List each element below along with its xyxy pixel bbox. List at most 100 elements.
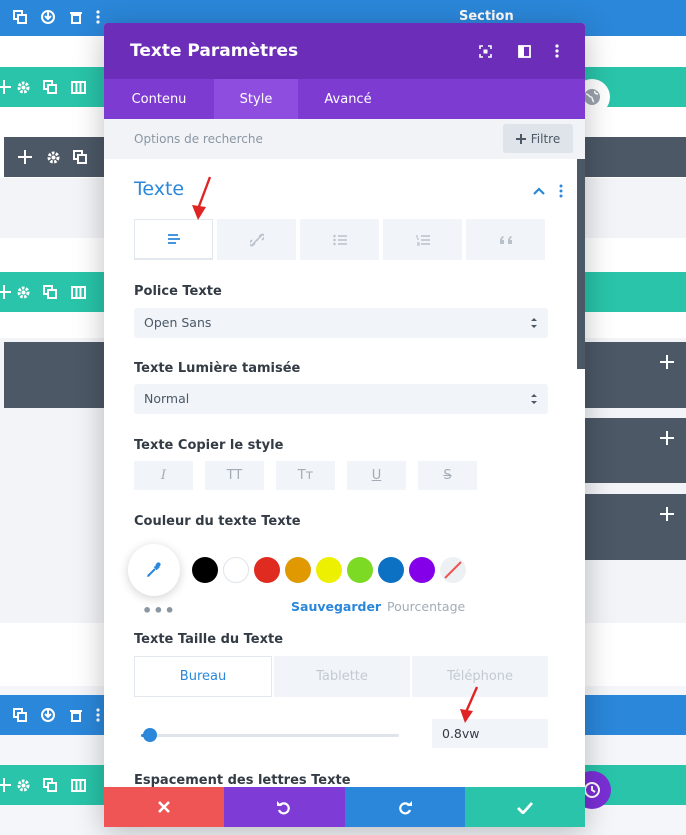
color-swatch-green[interactable] bbox=[347, 557, 373, 583]
style-label: Texte Copier le style bbox=[134, 438, 284, 453]
modal-header[interactable]: Texte Paramètres bbox=[104, 23, 585, 79]
text-type-button-quote[interactable] bbox=[466, 219, 545, 260]
text-style-buttons: I TT Tт U S bbox=[134, 461, 477, 490]
device-tab-tablet[interactable]: Tablette bbox=[274, 656, 410, 697]
move-icon[interactable] bbox=[657, 504, 677, 524]
capitalize-button[interactable]: Tт bbox=[276, 461, 335, 490]
underline-button[interactable]: U bbox=[347, 461, 406, 490]
link-icon bbox=[249, 233, 264, 246]
annotation-arrow bbox=[192, 176, 212, 220]
section-label: Section bbox=[459, 9, 514, 24]
color-swatch-blue[interactable] bbox=[378, 557, 404, 583]
uppercase-button[interactable]: TT bbox=[205, 461, 264, 490]
columns-icon[interactable] bbox=[68, 282, 88, 302]
text-type-button-text[interactable] bbox=[134, 219, 213, 260]
save-icon[interactable] bbox=[38, 7, 58, 27]
modal-footer bbox=[104, 787, 585, 827]
italic-button[interactable]: I bbox=[134, 461, 193, 490]
group-title[interactable]: Texte bbox=[134, 178, 184, 200]
discard-button[interactable] bbox=[104, 787, 225, 827]
strikethrough-button[interactable]: S bbox=[418, 461, 477, 490]
undo-button[interactable] bbox=[224, 787, 345, 827]
text-type-button-ol[interactable] bbox=[383, 219, 462, 260]
text-type-button-ul[interactable] bbox=[300, 219, 379, 260]
module-bar[interactable] bbox=[585, 418, 686, 483]
save-icon[interactable] bbox=[38, 705, 58, 725]
size-slider-handle[interactable] bbox=[143, 728, 158, 742]
duplicate-icon[interactable] bbox=[10, 7, 30, 27]
ordered-list-icon bbox=[415, 234, 430, 246]
weight-select-value: Normal bbox=[144, 391, 190, 406]
more-icon[interactable] bbox=[547, 41, 567, 61]
search-input[interactable]: Options de recherche bbox=[134, 132, 263, 146]
save-changes-button[interactable] bbox=[464, 787, 585, 827]
dock-icon[interactable] bbox=[514, 41, 534, 61]
font-select[interactable]: Open Sans bbox=[134, 308, 548, 338]
eyedropper-icon bbox=[147, 562, 161, 577]
color-picker-button[interactable] bbox=[128, 544, 180, 596]
move-icon[interactable] bbox=[0, 77, 14, 97]
move-icon[interactable] bbox=[657, 352, 677, 372]
no-color-icon bbox=[444, 561, 462, 579]
move-icon[interactable] bbox=[15, 147, 35, 167]
modal-title: Texte Paramètres bbox=[130, 41, 299, 61]
color-swatch-orange[interactable] bbox=[285, 557, 311, 583]
color-swatch-yellow[interactable] bbox=[316, 557, 342, 583]
duplicate-icon[interactable] bbox=[40, 775, 60, 795]
color-swatch-none[interactable] bbox=[440, 557, 466, 583]
trash-icon[interactable] bbox=[66, 7, 86, 27]
gear-icon[interactable] bbox=[13, 77, 33, 97]
size-label: Texte Taille du Texte bbox=[134, 632, 284, 647]
device-tab-desktop[interactable]: Bureau bbox=[134, 656, 272, 697]
plus-icon bbox=[515, 133, 526, 144]
move-icon[interactable] bbox=[0, 775, 14, 795]
fullscreen-icon[interactable] bbox=[475, 41, 495, 61]
trash-icon[interactable] bbox=[66, 705, 86, 725]
select-arrows-icon bbox=[531, 394, 537, 404]
duplicate-icon[interactable] bbox=[40, 282, 60, 302]
save-color-link[interactable]: Sauvegarder bbox=[291, 599, 381, 614]
columns-icon[interactable] bbox=[68, 77, 88, 97]
annotation-arrow bbox=[460, 686, 479, 723]
redo-button[interactable] bbox=[344, 787, 465, 827]
color-swatch-black[interactable] bbox=[192, 557, 218, 583]
duplicate-icon[interactable] bbox=[70, 147, 90, 167]
duplicate-icon[interactable] bbox=[40, 77, 60, 97]
color-label: Couleur du texte Texte bbox=[134, 514, 301, 529]
scrollbar[interactable] bbox=[577, 159, 585, 369]
weight-select[interactable]: Normal bbox=[134, 384, 548, 414]
filter-button[interactable]: Filtre bbox=[503, 124, 573, 153]
gear-icon[interactable] bbox=[13, 282, 33, 302]
filter-label: Filtre bbox=[530, 131, 561, 146]
color-swatch-white[interactable] bbox=[223, 557, 249, 583]
tab-contenu[interactable]: Contenu bbox=[104, 79, 214, 119]
more-icon[interactable] bbox=[559, 183, 565, 198]
modal-tabs: Contenu Style Avancé bbox=[104, 79, 585, 119]
module-bar[interactable] bbox=[585, 494, 686, 560]
device-tabs: Bureau Tablette Téléphone bbox=[134, 656, 548, 697]
clock-icon bbox=[584, 782, 600, 798]
unordered-list-icon bbox=[332, 234, 347, 245]
quote-icon bbox=[499, 235, 512, 244]
columns-icon[interactable] bbox=[68, 775, 88, 795]
spacing-label: Espacement des lettres Texte bbox=[134, 773, 351, 788]
text-type-button-link[interactable] bbox=[217, 219, 296, 260]
gear-icon[interactable] bbox=[13, 775, 33, 795]
percentage-link[interactable]: Pourcentage bbox=[387, 599, 465, 614]
more-colors-icon[interactable]: ••• bbox=[142, 601, 176, 620]
tab-avance[interactable]: Avancé bbox=[298, 79, 398, 119]
size-slider[interactable] bbox=[141, 728, 399, 742]
text-type-buttons bbox=[134, 219, 545, 260]
globe-icon bbox=[584, 89, 600, 105]
size-value-input[interactable]: 0.8vw bbox=[432, 719, 548, 748]
move-icon[interactable] bbox=[0, 282, 14, 302]
select-arrows-icon bbox=[531, 318, 537, 328]
color-swatch-red[interactable] bbox=[254, 557, 280, 583]
gear-icon[interactable] bbox=[43, 147, 63, 167]
color-swatch-purple[interactable] bbox=[409, 557, 435, 583]
redo-icon bbox=[398, 801, 412, 815]
tab-style[interactable]: Style bbox=[214, 79, 298, 119]
chevron-up-icon[interactable] bbox=[532, 183, 546, 197]
duplicate-icon[interactable] bbox=[10, 705, 30, 725]
move-icon[interactable] bbox=[657, 428, 677, 448]
